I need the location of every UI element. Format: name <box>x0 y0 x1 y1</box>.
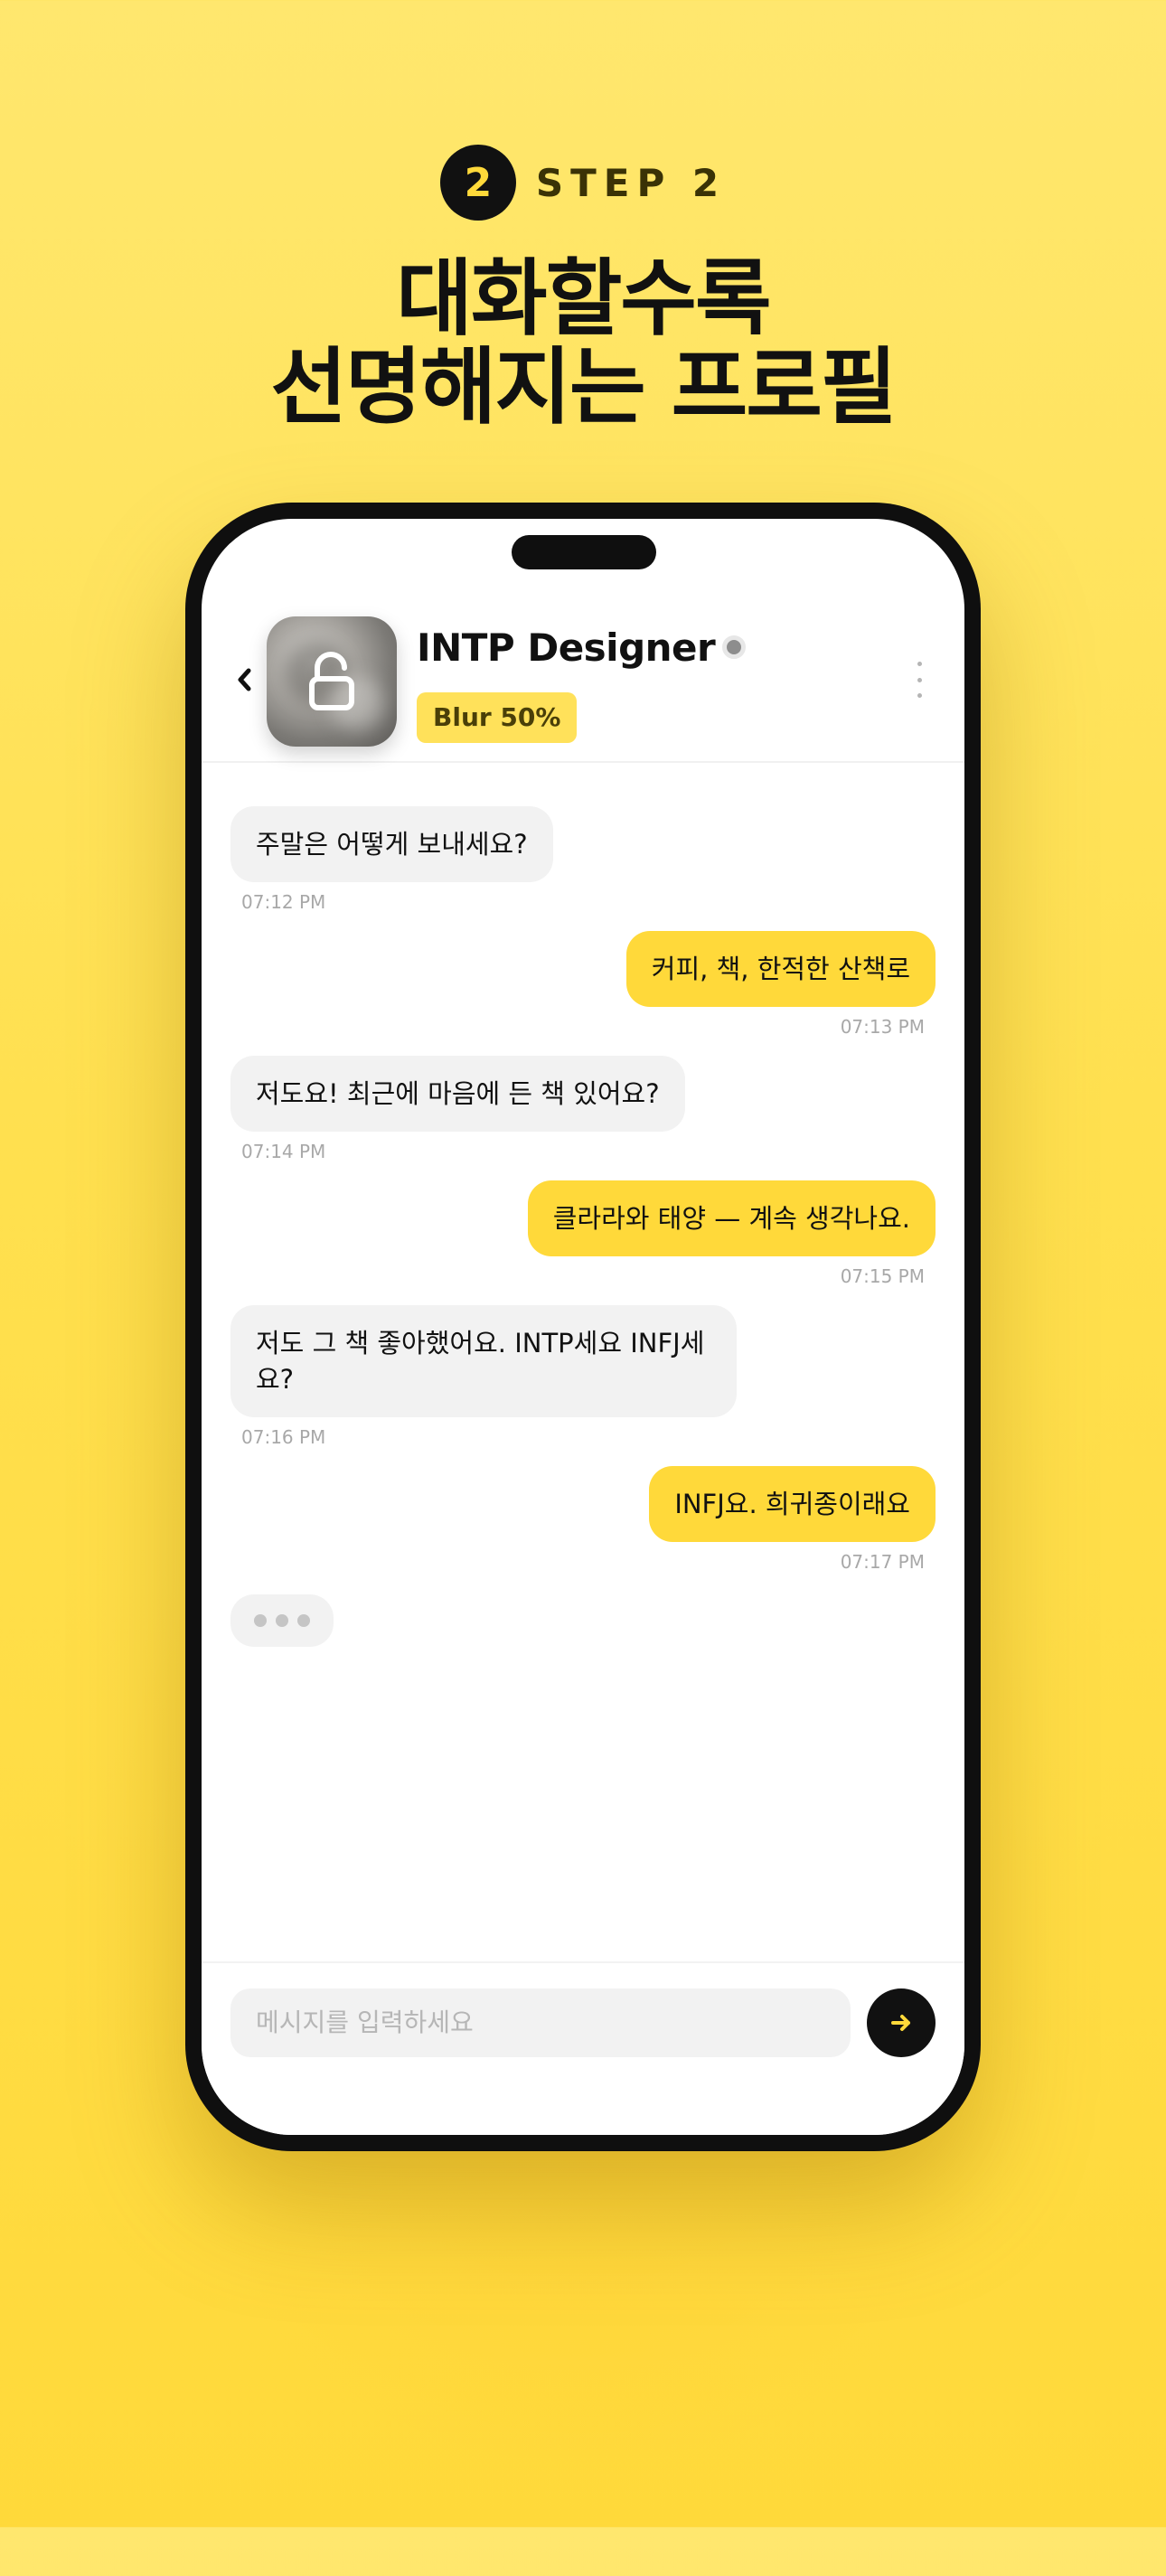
dot-icon <box>917 662 922 666</box>
online-status-dot <box>722 635 747 659</box>
back-button[interactable] <box>230 662 258 698</box>
message-bubble-incoming[interactable]: 주말은 어떻게 보내세요? <box>230 806 553 882</box>
chat-header: INTP Designer Blur 50% <box>202 616 964 763</box>
message-timestamp: 07:15 PM <box>840 1265 925 1287</box>
message-bubble-outgoing[interactable]: INFJ요. 희귀종이래요 <box>649 1466 936 1542</box>
message-bubble-incoming[interactable]: 저도 그 책 좋아했어요. INTP세요 INFJ세요? <box>230 1305 737 1417</box>
step-label: STEP 2 <box>535 160 727 205</box>
arrow-right-icon <box>891 2015 910 2031</box>
contact-name-text: INTP Designer <box>417 625 716 670</box>
dot-icon <box>917 693 922 698</box>
blur-level-badge: Blur 50% <box>417 692 578 743</box>
message-bubble-incoming[interactable]: 저도요! 최근에 마음에 든 책 있어요? <box>230 1056 685 1132</box>
message-input[interactable]: 메시지를 입력하세요 <box>230 1988 851 2057</box>
typing-indicator <box>230 1594 334 1647</box>
message-timestamp: 07:14 PM <box>241 1141 326 1162</box>
send-button[interactable] <box>867 1988 936 2057</box>
message-bubble-outgoing[interactable]: 커피, 책, 한적한 산책로 <box>625 931 936 1007</box>
typing-dot <box>276 1614 288 1627</box>
phone-frame: INTP Designer Blur 50% 주말은 어떻게 보내세요? 07:… <box>185 503 981 2151</box>
avatar[interactable] <box>267 616 397 747</box>
more-options-button[interactable] <box>910 662 928 698</box>
step-indicator: 2 STEP 2 <box>0 145 1166 221</box>
message-timestamp: 07:13 PM <box>840 1016 925 1038</box>
unlock-icon <box>309 652 354 710</box>
message-timestamp: 07:17 PM <box>840 1551 925 1573</box>
dynamic-island <box>512 535 656 569</box>
headline-line-1: 대화할수록 <box>396 250 771 347</box>
message-timestamp: 07:16 PM <box>241 1426 326 1448</box>
message-timestamp: 07:12 PM <box>241 891 326 913</box>
typing-dot <box>297 1614 310 1627</box>
message-composer: 메시지를 입력하세요 <box>202 1961 964 2135</box>
dot-icon <box>917 677 922 682</box>
phone-screen: INTP Designer Blur 50% 주말은 어떻게 보내세요? 07:… <box>202 519 964 2135</box>
typing-dot <box>254 1614 267 1627</box>
chevron-left-icon <box>238 668 251 691</box>
contact-name: INTP Designer <box>417 625 747 670</box>
headline: 대화할수록 선명해지는 프로필 <box>0 255 1166 432</box>
step-number-badge: 2 <box>439 145 516 221</box>
message-bubble-outgoing[interactable]: 클라라와 태양 — 계속 생각나요. <box>527 1180 936 1256</box>
headline-line-2: 선명해지는 프로필 <box>270 339 897 436</box>
